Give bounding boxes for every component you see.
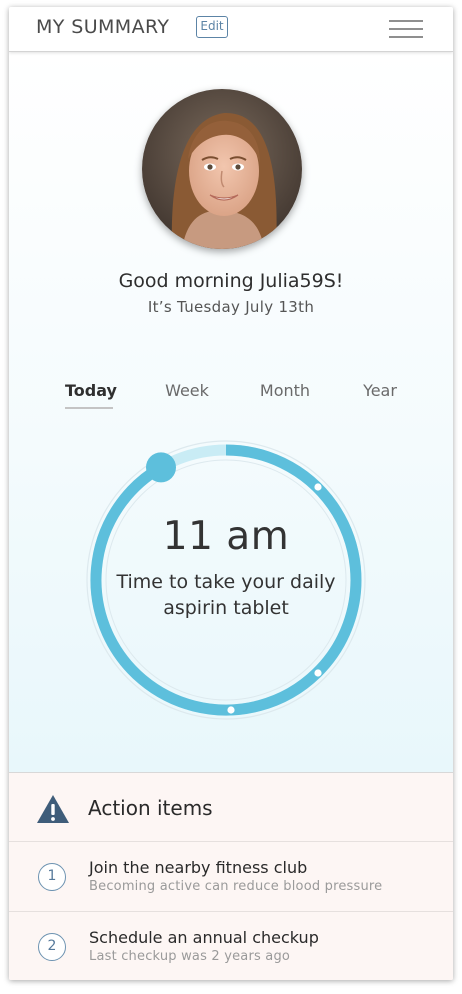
- menu-bar: [389, 36, 423, 38]
- tab-week[interactable]: Week: [159, 381, 215, 400]
- action-items-title: Action items: [88, 796, 213, 820]
- ring-marker: [314, 483, 322, 491]
- item-number-badge: 1: [38, 863, 66, 891]
- action-item-title: Schedule an annual checkup: [89, 928, 319, 947]
- action-item-subtitle: Last checkup was 2 years ago: [89, 949, 291, 964]
- avatar[interactable]: [142, 89, 302, 249]
- tab-today[interactable]: Today: [65, 381, 117, 400]
- app-header: MY SUMMARY Edit: [9, 7, 453, 52]
- date-text: It’s Tuesday July 13th: [147, 298, 315, 316]
- menu-bar: [389, 28, 423, 30]
- list-item[interactable]: 2 Schedule an annual checkup Last checku…: [9, 912, 453, 980]
- hamburger-menu-icon[interactable]: [389, 19, 423, 39]
- action-items-panel: Action items 1 Join the nearby fitness c…: [9, 772, 453, 980]
- ring-marker: [314, 669, 322, 677]
- reminder-message: Time to take your daily aspirin tablet: [116, 571, 336, 619]
- phone-frame: MY SUMMARY Edit Good morning Julia59S! I…: [9, 7, 453, 980]
- tab-year[interactable]: Year: [357, 381, 403, 400]
- action-item-title: Join the nearby fitness club: [89, 858, 308, 877]
- item-number-badge: 2: [38, 933, 66, 961]
- menu-bar: [389, 20, 423, 22]
- action-items-header: Action items: [9, 773, 453, 842]
- list-item[interactable]: 1 Join the nearby fitness club Becoming …: [9, 842, 453, 912]
- greeting-text: Good morning Julia59S!: [118, 270, 344, 292]
- summary-panel: Good morning Julia59S! It’s Tuesday July…: [9, 52, 453, 772]
- ring-marker: [227, 706, 235, 714]
- active-tab-indicator: [65, 407, 113, 409]
- warning-triangle-icon: [37, 795, 69, 823]
- page-title: MY SUMMARY: [36, 16, 170, 38]
- tab-month[interactable]: Month: [253, 381, 317, 400]
- time-handle[interactable]: [146, 452, 176, 483]
- profile-photo-icon: [142, 89, 302, 249]
- edit-button[interactable]: Edit: [196, 16, 228, 38]
- action-item-subtitle: Becoming active can reduce blood pressur…: [89, 879, 383, 894]
- reminder-time: 11 am: [162, 514, 290, 559]
